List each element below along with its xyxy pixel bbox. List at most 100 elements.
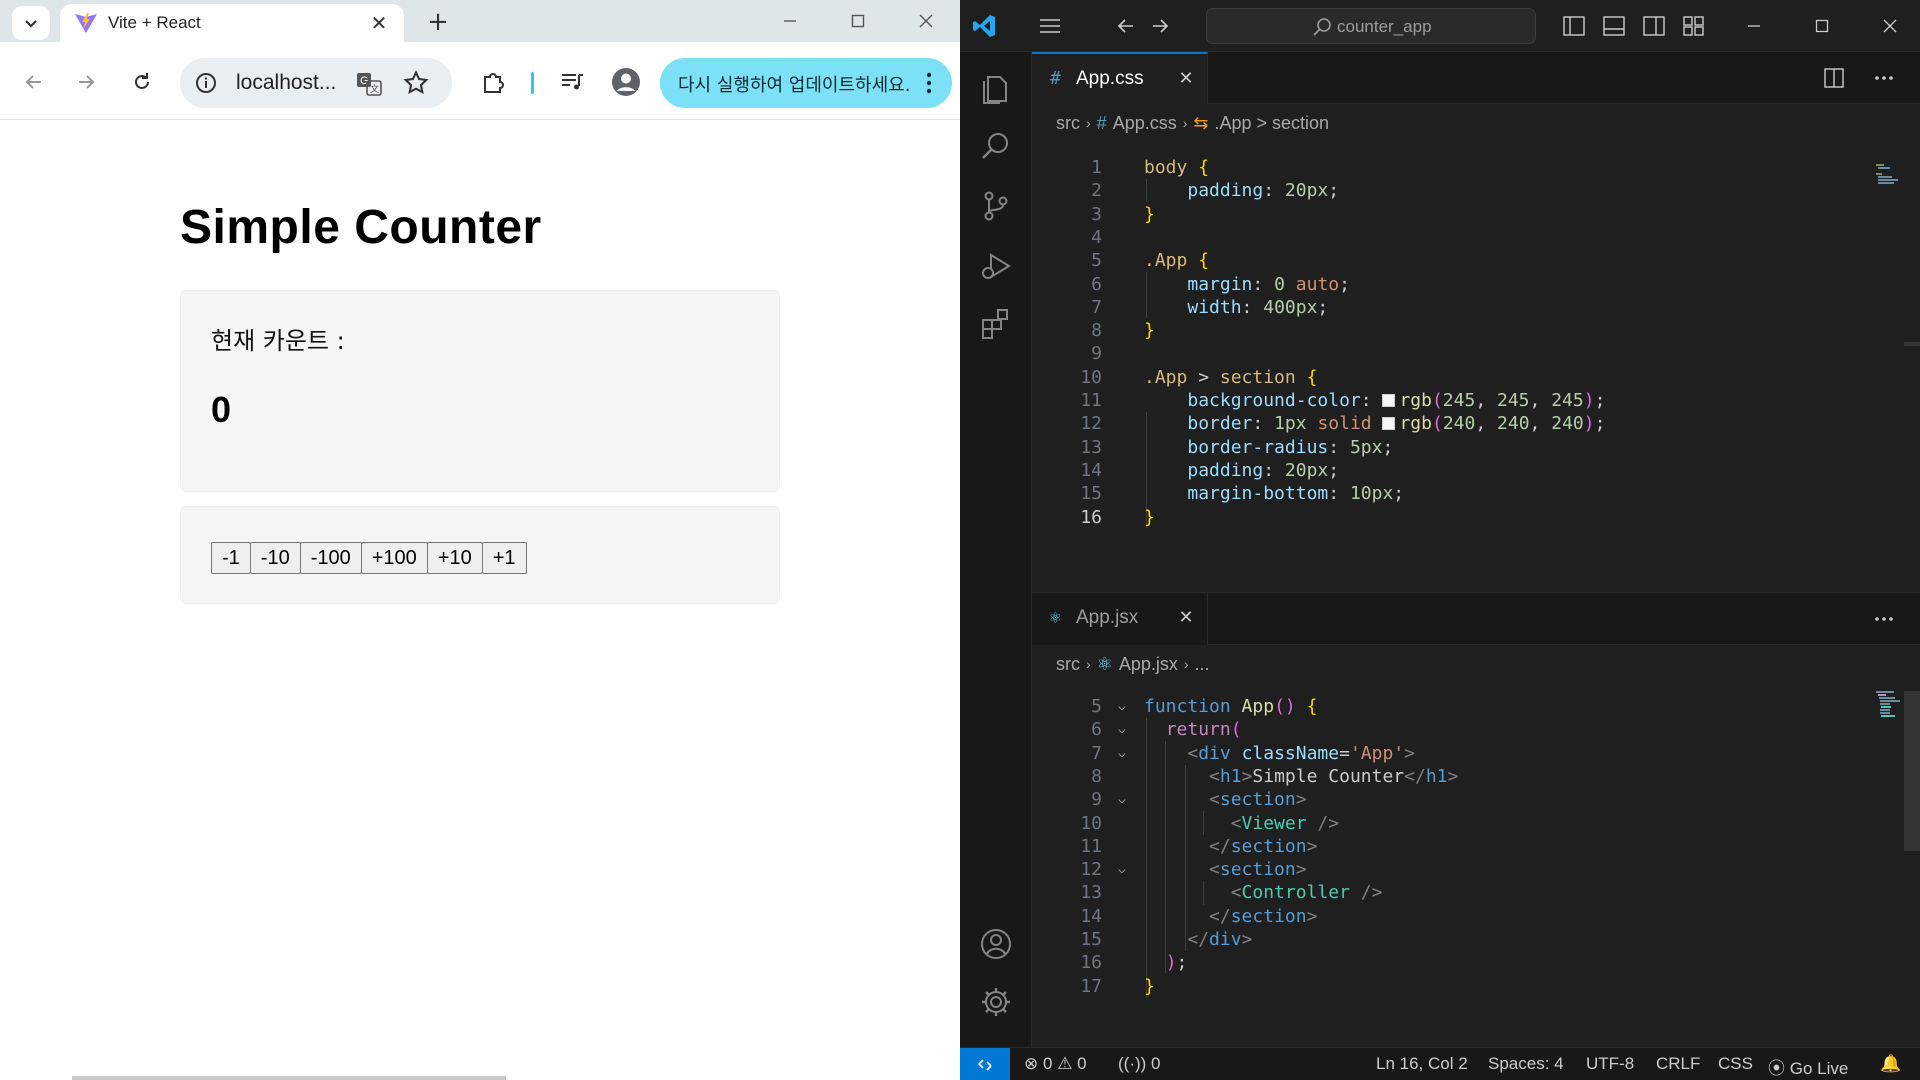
toggle-secondary-sidebar-icon[interactable] — [1640, 12, 1668, 40]
code-line[interactable]: 2 padding: 20px; — [1032, 179, 1852, 202]
star-icon[interactable] — [402, 69, 430, 97]
close-window-button[interactable] — [1876, 12, 1904, 40]
vertical-scrollbar[interactable] — [1904, 691, 1920, 851]
problems-indicator[interactable]: ⊗ 0 ⚠ 0 — [1024, 1054, 1087, 1074]
indentation[interactable]: Spaces: 4 — [1488, 1054, 1564, 1074]
browser-tab[interactable]: Vite + React ✕ — [60, 4, 404, 42]
fold-chevron-icon[interactable]: ⌵ — [1118, 718, 1134, 741]
toggle-primary-sidebar-icon[interactable] — [1560, 12, 1588, 40]
nav-back-icon[interactable] — [1112, 12, 1140, 40]
code-line[interactable]: 1 body { — [1032, 156, 1852, 179]
code-line[interactable]: 9 — [1032, 342, 1852, 365]
extensions-icon[interactable] — [974, 302, 1018, 346]
menu-icon[interactable] — [1036, 12, 1064, 40]
breadcrumb-folder[interactable]: src — [1056, 113, 1080, 134]
more-actions-icon[interactable] — [1870, 605, 1898, 633]
code-line[interactable]: 11 background-color: rgb(245, 245, 245); — [1032, 389, 1852, 412]
breadcrumb-folder[interactable]: src — [1056, 654, 1080, 675]
end-of-line[interactable]: CRLF — [1656, 1054, 1700, 1074]
fold-chevron-icon[interactable]: ⌵ — [1118, 788, 1134, 811]
code-line[interactable]: 9 ⌵ <section> — [1032, 788, 1852, 811]
minimize-button[interactable] — [756, 0, 824, 42]
vertical-scrollbar[interactable] — [1904, 342, 1920, 346]
fold-chevron-icon[interactable]: ⌵ — [1118, 858, 1134, 881]
command-center-search[interactable]: counter_app — [1206, 8, 1536, 44]
reload-button[interactable] — [124, 64, 160, 100]
run-debug-icon[interactable] — [974, 244, 1018, 288]
code-area-css[interactable]: 1 body {2 padding: 20px; 3} 4 5 .App {6 margi… — [1032, 156, 1852, 590]
code-line[interactable]: 15 margin-bottom: 10px; — [1032, 482, 1852, 505]
tab-close-icon[interactable]: ✕ — [1174, 66, 1198, 90]
encoding[interactable]: UTF-8 — [1586, 1054, 1634, 1074]
code-line[interactable]: 14 padding: 20px; — [1032, 459, 1852, 482]
fold-chevron-icon[interactable]: ⌵ — [1118, 695, 1134, 718]
code-line[interactable]: 13 border-radius: 5px; — [1032, 436, 1852, 459]
tab-close-icon[interactable]: ✕ — [366, 10, 392, 36]
maximize-button[interactable] — [824, 0, 892, 42]
counter-button[interactable]: +100 — [360, 542, 428, 574]
tab-app-css[interactable]: # App.css ✕ — [1032, 52, 1208, 104]
more-menu-icon[interactable] — [916, 68, 942, 98]
code-line[interactable]: 16} — [1032, 506, 1852, 529]
code-line[interactable]: 8} — [1032, 319, 1852, 342]
breadcrumb-file[interactable]: App.css — [1113, 113, 1177, 134]
code-line[interactable]: 14 </section> — [1032, 905, 1852, 928]
more-actions-icon[interactable] — [1870, 64, 1898, 92]
minimap[interactable] — [1876, 164, 1906, 188]
address-bar[interactable]: localhost... G文 — [180, 58, 452, 108]
code-line[interactable]: 4 — [1032, 226, 1852, 249]
fold-chevron-icon[interactable]: ⌵ — [1118, 742, 1134, 765]
breadcrumb-symbol[interactable]: ... — [1195, 654, 1210, 675]
code-line[interactable]: 16 ); — [1032, 951, 1852, 974]
maximize-button[interactable] — [1808, 12, 1836, 40]
code-area-jsx[interactable]: 5 ⌵ function App() {6 ⌵ return(7 ⌵ <div clas… — [1032, 695, 1852, 1045]
go-live-button[interactable]: ⦿ Go Live — [1768, 1054, 1848, 1079]
url-text[interactable]: localhost... — [236, 71, 336, 95]
update-button[interactable]: 다시 실행하여 업데이트하세요. — [660, 58, 952, 108]
media-control-button[interactable] — [556, 66, 588, 98]
code-line[interactable]: 7 width: 400px; — [1032, 296, 1852, 319]
forward-button[interactable] — [68, 64, 104, 100]
info-icon[interactable] — [194, 71, 218, 95]
settings-gear-icon[interactable] — [974, 980, 1018, 1024]
code-line[interactable]: 5 .App { — [1032, 249, 1852, 272]
code-line[interactable]: 5 ⌵ function App() { — [1032, 695, 1852, 718]
close-window-button[interactable] — [892, 0, 960, 42]
code-line[interactable]: 13 <Controller /> — [1032, 881, 1852, 904]
breadcrumb-file[interactable]: App.jsx — [1119, 654, 1178, 675]
back-button[interactable] — [16, 64, 52, 100]
new-tab-button[interactable]: + — [420, 6, 456, 38]
minimap[interactable] — [1876, 691, 1906, 721]
counter-button[interactable]: -10 — [249, 542, 301, 574]
code-line[interactable]: 11 </section> — [1032, 835, 1852, 858]
accounts-icon[interactable] — [974, 922, 1018, 966]
profile-button[interactable] — [610, 66, 642, 98]
code-line[interactable]: 17} — [1032, 975, 1852, 998]
code-line[interactable]: 7 ⌵ <div className='App'> — [1032, 742, 1852, 765]
code-line[interactable]: 3} — [1032, 203, 1852, 226]
breadcrumb-symbol[interactable]: .App > section — [1214, 113, 1329, 134]
cursor-position[interactable]: Ln 16, Col 2 — [1376, 1054, 1468, 1074]
horizontal-scrollbar[interactable] — [72, 1076, 506, 1080]
code-line[interactable]: 6 ⌵ return( — [1032, 718, 1852, 741]
tab-app-jsx[interactable]: ⚛ App.jsx ✕ — [1032, 593, 1208, 645]
counter-button[interactable]: +10 — [426, 542, 483, 574]
explorer-icon[interactable] — [974, 66, 1018, 110]
minimize-button[interactable] — [1740, 12, 1768, 40]
toggle-panel-icon[interactable] — [1600, 12, 1628, 40]
translate-icon[interactable]: G文 — [354, 69, 384, 99]
search-icon[interactable] — [974, 124, 1018, 168]
remote-indicator-icon[interactable] — [960, 1048, 1010, 1080]
split-editor-icon[interactable] — [1820, 64, 1848, 92]
counter-button[interactable]: -1 — [211, 542, 251, 574]
nav-forward-icon[interactable] — [1146, 12, 1174, 40]
language-mode[interactable]: CSS — [1718, 1054, 1753, 1074]
tab-search-button[interactable] — [12, 6, 50, 40]
code-line[interactable]: 12 border: 1px solid rgb(240, 240, 240); — [1032, 412, 1852, 435]
code-line[interactable]: 10 .App > section { — [1032, 366, 1852, 389]
counter-button[interactable]: -100 — [299, 542, 362, 574]
code-line[interactable]: 10 <Viewer /> — [1032, 812, 1852, 835]
counter-button[interactable]: +1 — [481, 542, 527, 574]
bell-icon[interactable]: 🔔 — [1880, 1054, 1901, 1074]
code-line[interactable]: 15 </div> — [1032, 928, 1852, 951]
